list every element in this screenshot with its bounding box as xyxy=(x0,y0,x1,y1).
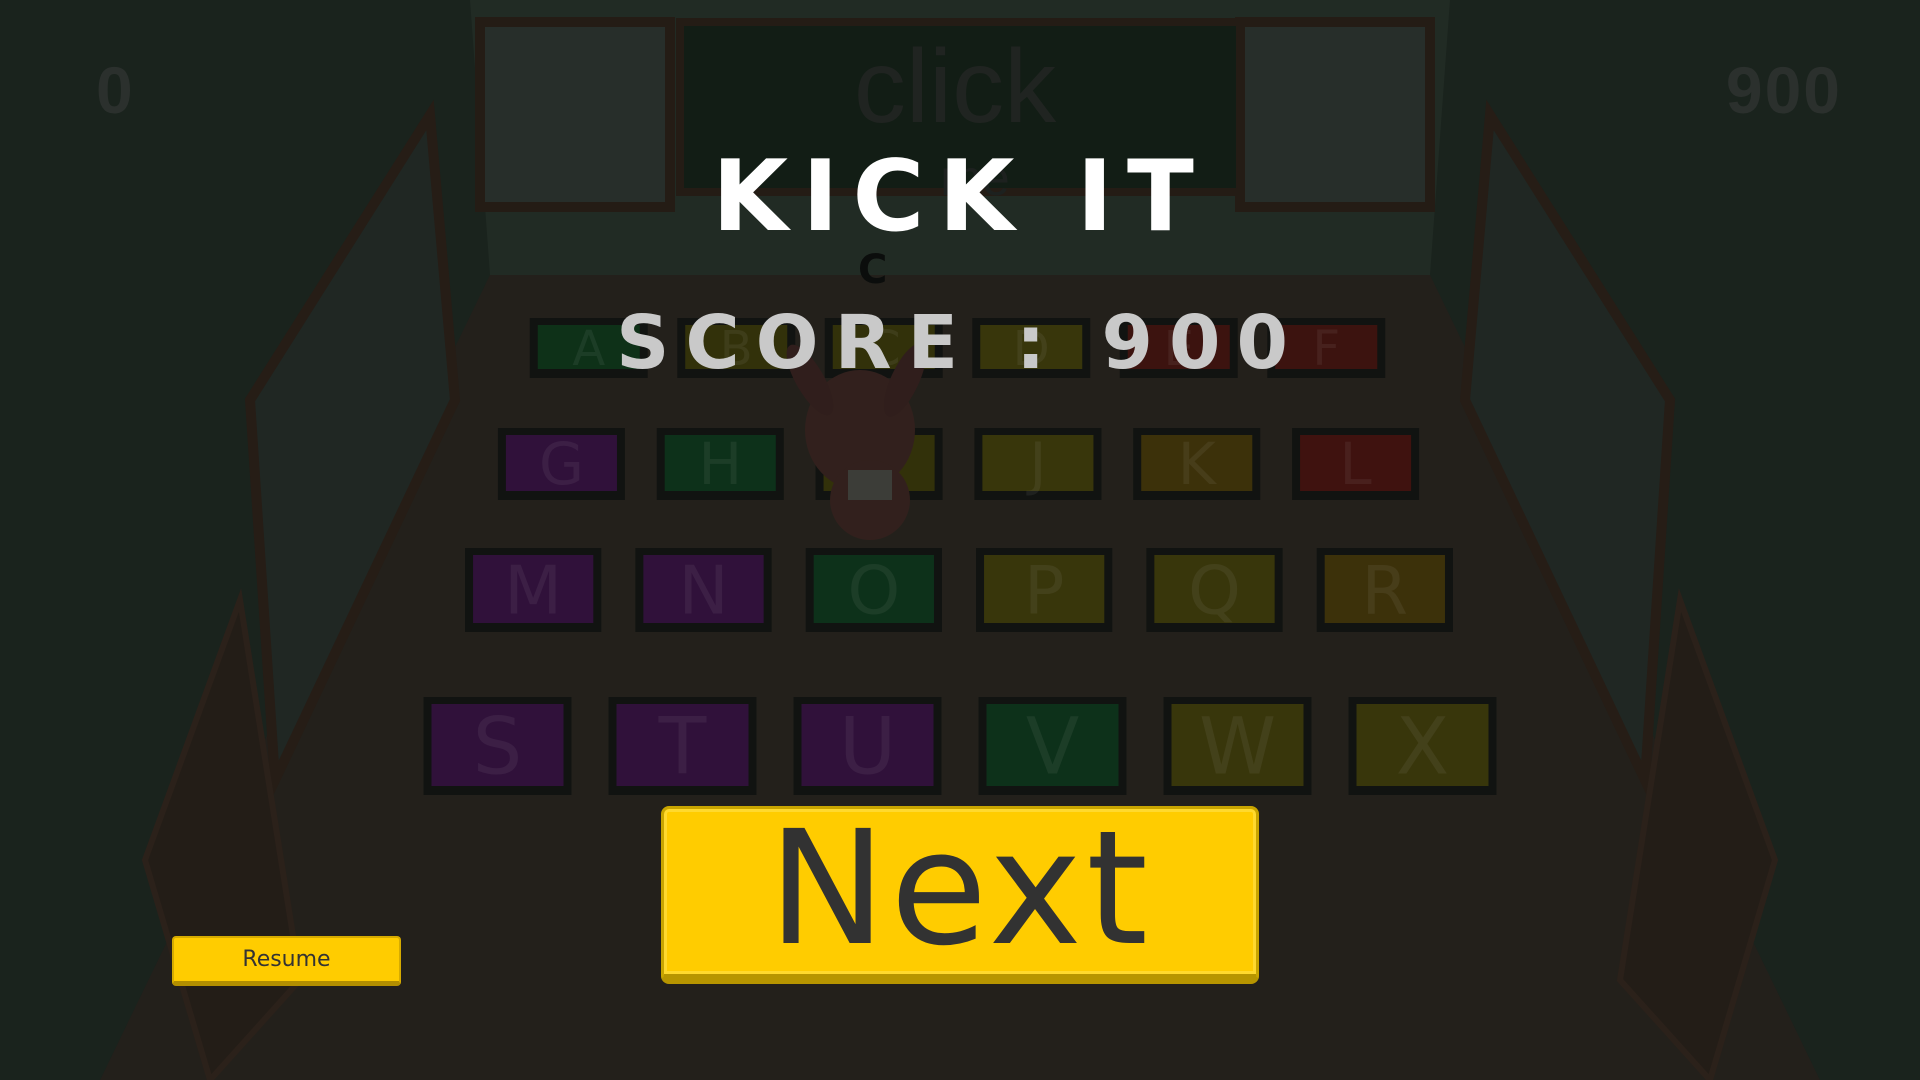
resume-button[interactable]: Resume xyxy=(172,936,401,986)
score-label: SCORE : xyxy=(616,300,1062,386)
next-button-label: Next xyxy=(767,796,1153,981)
next-button[interactable]: Next xyxy=(661,806,1259,984)
target-letter-hint: C xyxy=(858,247,888,293)
score-value: 900 xyxy=(1101,300,1304,386)
hud-left-counter: 0 xyxy=(96,53,135,127)
resume-button-label: Resume xyxy=(242,947,331,972)
level-title: KICK IT xyxy=(712,140,1208,254)
hud-right-score: 900 xyxy=(1725,53,1842,127)
score-display: SCORE :900 xyxy=(0,306,1920,380)
